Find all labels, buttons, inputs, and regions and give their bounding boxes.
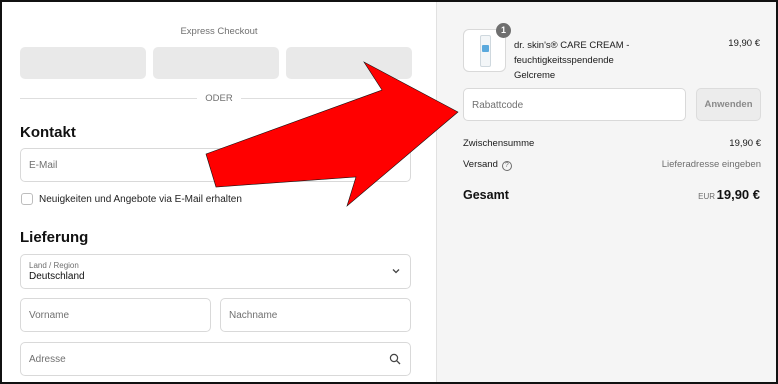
shipping-label: Versand — [463, 159, 498, 170]
last-name-placeholder: Nachname — [229, 310, 278, 321]
express-checkout-title: Express Checkout — [180, 26, 258, 37]
email-placeholder: E-Mail — [29, 160, 58, 171]
email-field[interactable]: E-Mail — [20, 148, 411, 182]
newsletter-label: Neuigkeiten und Angebote via E-Mail erha… — [39, 194, 242, 205]
chevron-down-icon — [392, 269, 400, 274]
quantity-badge: 1 — [496, 23, 511, 38]
apply-discount-button[interactable]: Anwenden — [696, 88, 761, 121]
first-name-placeholder: Vorname — [29, 310, 70, 321]
subtotal-label: Zwischensumme — [463, 138, 535, 149]
country-label: Land / Region — [29, 261, 79, 270]
order-summary: 1 dr. skin's® CARE CREAM - feuchtigkeits… — [436, 2, 776, 382]
help-circle-icon[interactable]: ? — [501, 161, 512, 171]
total-label: Gesamt — [463, 188, 509, 202]
shipping-value: Lieferadresse eingeben — [661, 159, 761, 170]
newsletter-checkbox[interactable] — [21, 193, 33, 205]
checkout-page: Express Checkout ODER Kontakt E-Mail Neu… — [0, 0, 778, 384]
checkout-form: Express Checkout ODER Kontakt E-Mail Neu… — [2, 2, 436, 382]
express-pay-button-3[interactable] — [286, 47, 412, 79]
delivery-title: Lieferung — [20, 229, 89, 246]
discount-code-field[interactable]: Rabattcode — [463, 88, 686, 121]
total-currency: EUR — [698, 192, 715, 201]
express-pay-button-2[interactable] — [153, 47, 279, 79]
product-price: 19,90 € — [728, 38, 760, 49]
address-placeholder: Adresse — [29, 354, 66, 365]
shipping-row: Versand? Lieferadresse eingeben — [463, 159, 761, 171]
subtotal-row: Zwischensumme 19,90 € — [463, 138, 761, 149]
search-icon — [389, 353, 401, 365]
country-value: Deutschland — [29, 271, 85, 282]
country-select[interactable]: Land / Region Deutschland — [20, 254, 411, 289]
total-value: 19,90 € — [716, 187, 760, 202]
contact-title: Kontakt — [20, 124, 76, 141]
product-name: dr. skin's® CARE CREAM - feuchtigkeitssp… — [514, 40, 630, 81]
address-field[interactable]: Adresse — [20, 342, 411, 376]
subtotal-value: 19,90 € — [729, 138, 761, 149]
or-label: ODER — [197, 93, 241, 104]
discount-placeholder: Rabattcode — [472, 100, 524, 111]
express-pay-button-1[interactable] — [20, 47, 146, 79]
product-tube-image — [480, 35, 491, 67]
first-name-field[interactable]: Vorname — [20, 298, 211, 332]
last-name-field[interactable]: Nachname — [220, 298, 411, 332]
